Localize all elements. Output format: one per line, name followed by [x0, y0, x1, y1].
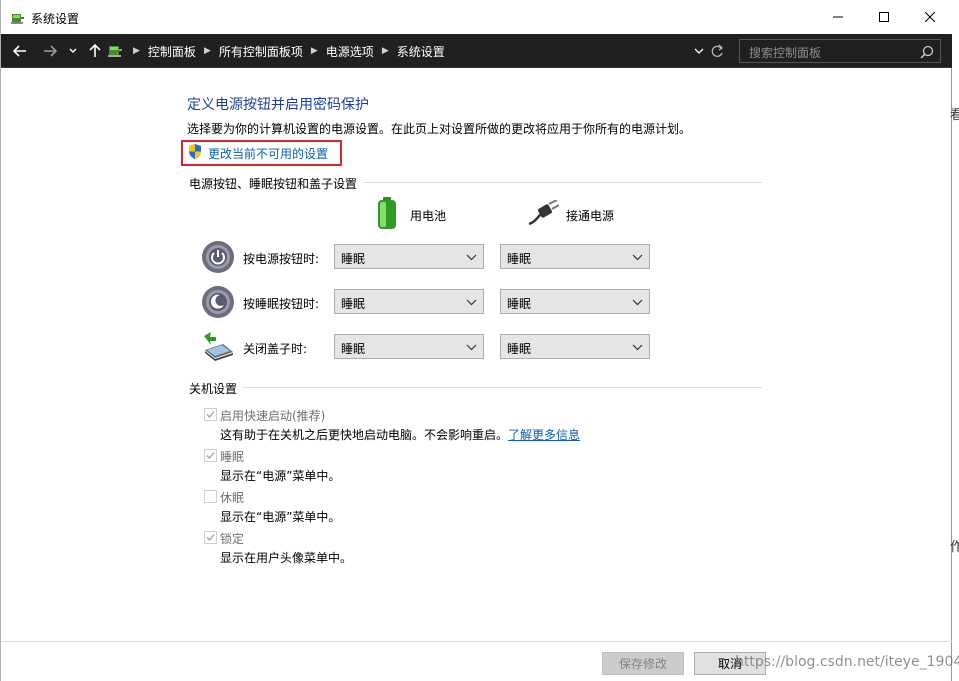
lid-close-plugged-select[interactable]: 睡眠 [500, 334, 650, 359]
power-section-title: 电源按钮、睡眠按钮和盖子设置 [189, 175, 364, 192]
sleep-button-plugged-select[interactable]: 睡眠 [500, 289, 650, 314]
sleep-option-desc: 显示在“电源”菜单中。 [220, 469, 341, 483]
change-unavailable-settings-link[interactable]: 更改当前不可用的设置 [208, 145, 328, 162]
chevron-down-icon [694, 48, 704, 54]
sleep-button-icon [202, 286, 234, 318]
select-value: 睡眠 [507, 252, 532, 266]
refresh-icon [711, 44, 724, 57]
save-button[interactable]: 保存修改 [602, 652, 684, 675]
refresh-button[interactable] [710, 42, 728, 60]
watermark: https://blog.csdn.net/iteye_19045 [735, 654, 959, 670]
window-title: 系统设置 [31, 12, 80, 26]
power-options-icon [11, 14, 24, 24]
select-value: 睡眠 [341, 297, 366, 311]
breadcrumb-system-settings[interactable]: 系统设置 [393, 43, 449, 60]
address-bar: ▶ 控制面板 ▶ 所有控制面板项 ▶ 电源选项 ▶ 系统设置 搜索控制面板 [1, 34, 952, 68]
chevron-right-icon: ▶ [381, 46, 389, 56]
recent-locations-button[interactable] [67, 41, 79, 61]
close-icon [925, 12, 935, 22]
back-button[interactable] [11, 41, 29, 61]
background-window-text: 看 [950, 108, 959, 123]
lid-close-battery-select[interactable]: 睡眠 [334, 334, 484, 359]
shutdown-section-title: 关机设置 [189, 380, 244, 397]
checkmark-icon [206, 411, 215, 418]
power-button-icon [202, 241, 234, 273]
chevron-down-icon [466, 299, 477, 306]
fast-startup-checkbox[interactable] [204, 408, 217, 421]
main-content: 定义电源按钮并启用密码保护 选择要为你的计算机设置的电源设置。在此页上对设置所做… [1, 68, 952, 642]
power-button-plugged-select[interactable]: 睡眠 [500, 244, 650, 269]
lock-option-label: 锁定 [220, 532, 245, 546]
hibernate-option-label: 休眠 [220, 491, 245, 505]
checkmark-icon [206, 534, 215, 541]
column-battery: 用电池 [410, 209, 447, 223]
page-title: 定义电源按钮并启用密码保护 [187, 97, 369, 113]
title-bar: 系统设置 [1, 0, 952, 34]
minimize-btn[interactable] [815, 0, 861, 34]
up-button[interactable] [87, 41, 103, 61]
power-plug-icon [528, 200, 559, 226]
chevron-down-icon [69, 48, 77, 53]
hibernate-checkbox[interactable] [204, 490, 217, 503]
lock-checkbox[interactable] [204, 531, 217, 544]
forward-button[interactable] [41, 41, 59, 61]
address-history-button[interactable] [693, 42, 709, 60]
fast-startup-desc-text: 这有助于在关机之后更快地启动电脑。不会影响重启。 [220, 428, 509, 442]
arrow-left-icon [13, 45, 26, 57]
search-icon [920, 45, 934, 59]
select-value: 睡眠 [507, 342, 532, 356]
power-button-label: 按电源按钮时: [243, 252, 320, 266]
column-plugged-in: 接通电源 [566, 209, 615, 223]
close-button[interactable] [907, 0, 953, 34]
chevron-down-icon [466, 254, 477, 261]
breadcrumb: ▶ 控制面板 ▶ 所有控制面板项 ▶ 电源选项 ▶ 系统设置 [107, 39, 729, 63]
select-value: 睡眠 [341, 252, 366, 266]
select-value: 睡眠 [507, 297, 532, 311]
minimize-icon [833, 16, 843, 18]
chevron-down-icon [466, 344, 477, 351]
maximize-button[interactable] [861, 0, 907, 34]
chevron-down-icon [632, 254, 643, 261]
fast-startup-label: 启用快速启动(推荐) [220, 409, 326, 423]
arrow-up-icon [89, 44, 101, 57]
uac-shield-icon [189, 144, 201, 159]
chevron-right-icon: ▶ [203, 46, 211, 56]
breadcrumb-all-items[interactable]: 所有控制面板项 [215, 43, 307, 60]
select-value: 睡眠 [341, 342, 366, 356]
chevron-down-icon [632, 344, 643, 351]
fast-startup-desc: 这有助于在关机之后更快地启动电脑。不会影响重启。了解更多信息 [220, 426, 580, 443]
footer-divider [1, 641, 952, 642]
power-button-battery-select[interactable]: 睡眠 [334, 244, 484, 269]
breadcrumb-power-options[interactable]: 电源选项 [322, 43, 378, 60]
search-input[interactable]: 搜索控制面板 [739, 39, 941, 63]
lid-close-label: 关闭盖子时: [243, 342, 308, 356]
system-settings-window: 系统设置 ▶ 控制面板 ▶ 所有控制面板项 ▶ 电源选项 ▶ 系统设置 搜索控制… [0, 0, 952, 681]
page-description: 选择要为你的计算机设置的电源设置。在此页上对设置所做的更改将应用于你所有的电源计… [187, 122, 692, 136]
lock-option-desc: 显示在用户头像菜单中。 [220, 551, 353, 565]
battery-icon [378, 197, 396, 229]
sleep-button-label: 按睡眠按钮时: [243, 297, 320, 311]
sleep-checkbox[interactable] [204, 449, 217, 462]
maximize-icon [879, 12, 889, 22]
hibernate-option-desc: 显示在“电源”菜单中。 [220, 510, 341, 524]
chevron-down-icon [632, 299, 643, 306]
checkmark-icon [206, 452, 215, 459]
section-divider [189, 387, 762, 388]
sleep-button-battery-select[interactable]: 睡眠 [334, 289, 484, 314]
learn-more-link[interactable]: 了解更多信息 [508, 428, 580, 442]
chevron-right-icon: ▶ [133, 46, 140, 56]
search-placeholder: 搜索控制面板 [749, 46, 822, 60]
arrow-right-icon [44, 45, 57, 57]
control-panel-icon [108, 46, 122, 57]
chevron-right-icon: ▶ [310, 46, 318, 56]
background-window-text: 作 [950, 540, 959, 555]
laptop-lid-icon [204, 332, 233, 361]
breadcrumb-control-panel[interactable]: 控制面板 [144, 43, 200, 60]
sleep-option-label: 睡眠 [220, 450, 245, 464]
